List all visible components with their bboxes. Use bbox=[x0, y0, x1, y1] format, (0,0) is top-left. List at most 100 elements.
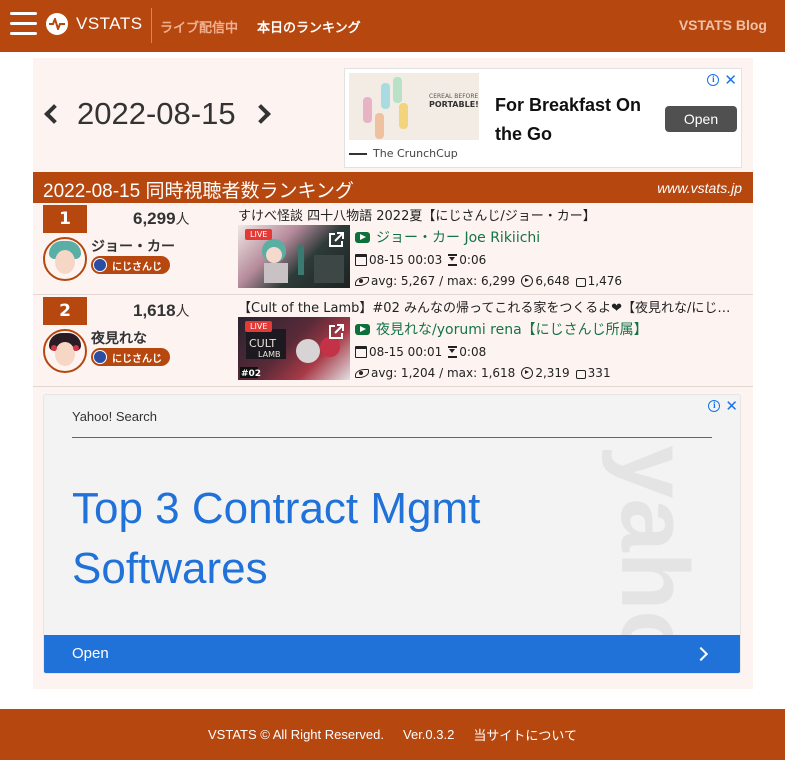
about-link[interactable]: 当サイトについて bbox=[473, 725, 577, 744]
channel-name[interactable]: 夜見れな bbox=[91, 328, 147, 348]
copyright: VSTATS © All Right Reserved. bbox=[208, 727, 385, 742]
eye-icon bbox=[355, 368, 369, 378]
ad-open-button[interactable]: Open bbox=[44, 635, 740, 673]
ad-open-button[interactable]: Open bbox=[665, 106, 737, 132]
youtube-channel-link[interactable]: ジョー・カー Joe Rikiichi bbox=[355, 227, 540, 247]
start-time: 08-15 00:01 bbox=[369, 345, 443, 359]
next-date-icon[interactable] bbox=[250, 104, 271, 124]
ad-advertiser-name: The CrunchCup bbox=[373, 147, 458, 160]
duration: 0:06 bbox=[459, 253, 487, 267]
prev-date-icon[interactable] bbox=[44, 104, 64, 124]
ranking-title: 2022-08-15 同時視聴者数ランキング bbox=[43, 181, 354, 202]
nav-today-ranking-link[interactable]: 本日のランキング bbox=[257, 17, 361, 36]
top-navbar: VSTATS ライブ配信中 本日のランキング VSTATS Blog bbox=[0, 0, 785, 52]
ad-banner-bottom[interactable]: yahoo! Yahoo! Search Top 3 Contract Mgmt… bbox=[43, 394, 741, 674]
ad-close-icon[interactable]: ✕ bbox=[724, 71, 737, 89]
stream-title[interactable]: 【Cult of the Lamb】#02 みんなの帰ってこれる家をつくるよ❤【… bbox=[238, 297, 743, 316]
stream-stats: avg: 1,204 / max: 1,618 2,319 331 bbox=[355, 366, 611, 380]
agency-label: にじさんじ bbox=[112, 353, 162, 365]
ad-product-image: CEREAL BEFORE PORTABLE! bbox=[349, 73, 479, 140]
thumbs-up-icon bbox=[575, 369, 586, 379]
channel-avatar[interactable] bbox=[43, 329, 87, 373]
play-circle-icon bbox=[521, 367, 534, 379]
agency-badge[interactable]: にじさんじ bbox=[91, 348, 170, 366]
youtube-channel-name[interactable]: 夜見れな/yorumi rena【にじさんじ所属】 bbox=[376, 319, 648, 339]
menu-icon[interactable] bbox=[10, 12, 37, 38]
nijisanji-icon bbox=[93, 258, 107, 272]
play-circle-icon bbox=[521, 275, 534, 287]
peak-viewers-value: 6,299 bbox=[133, 209, 176, 228]
viewers-unit: 人 bbox=[175, 211, 190, 227]
ad-divider bbox=[72, 437, 712, 438]
current-date: 2022-08-15 bbox=[77, 96, 236, 131]
ad-close-icon[interactable]: ✕ bbox=[725, 397, 738, 415]
thumbs-up-icon bbox=[575, 277, 586, 287]
ranking-header: 2022-08-15 同時視聴者数ランキング www.vstats.jp bbox=[33, 172, 753, 203]
agency-badge[interactable]: にじさんじ bbox=[91, 256, 170, 274]
main-panel: 2022-08-15 CEREAL BEFORE PORTABLE! For Br… bbox=[33, 58, 753, 689]
peak-viewers-value: 1,618 bbox=[133, 301, 176, 320]
live-tag: LIVE bbox=[245, 321, 273, 332]
agency-label: にじさんじ bbox=[112, 261, 162, 273]
svg-text:CULT: CULT bbox=[249, 337, 276, 350]
rank-badge: 1 bbox=[43, 205, 87, 233]
avg-max-viewers: avg: 1,204 / max: 1,618 bbox=[371, 366, 516, 380]
svg-text:LAMB: LAMB bbox=[258, 350, 281, 359]
ad-info-icon[interactable]: i bbox=[708, 400, 721, 412]
stream-thumbnail[interactable]: LIVE bbox=[238, 225, 350, 288]
channel-name[interactable]: ジョー・カー bbox=[91, 236, 175, 256]
ad-info-icon[interactable]: i bbox=[707, 74, 720, 86]
ad-choices[interactable]: i ✕ bbox=[707, 71, 737, 89]
viewers-unit: 人 bbox=[175, 303, 190, 319]
ad-watermark: yahoo! bbox=[601, 445, 708, 635]
peak-viewers: 6,299人 bbox=[133, 209, 190, 229]
nav-divider bbox=[151, 8, 152, 43]
nijisanji-icon bbox=[93, 350, 107, 364]
youtube-channel-link[interactable]: 夜見れな/yorumi rena【にじさんじ所属】 bbox=[355, 319, 648, 339]
ad-choices[interactable]: i ✕ bbox=[708, 397, 738, 415]
ranking-row: 1 6,299人 ジョー・カー にじさんじ すけべ怪談 四十八物語 2022夏【… bbox=[33, 203, 753, 295]
stream-stats: avg: 5,267 / max: 6,299 6,648 1,476 bbox=[355, 274, 622, 288]
live-tag: LIVE bbox=[245, 229, 273, 240]
channel-avatar[interactable] bbox=[43, 237, 87, 281]
version: Ver.0.3.2 bbox=[403, 727, 455, 742]
calendar-icon bbox=[355, 254, 367, 266]
stream-thumbnail[interactable]: CULT LAMB #02 LIVE bbox=[238, 317, 350, 380]
pulse-logo-icon bbox=[46, 13, 68, 35]
like-count: 331 bbox=[587, 366, 611, 380]
svg-text:#02: #02 bbox=[241, 369, 261, 379]
eye-icon bbox=[355, 276, 369, 286]
calendar-icon bbox=[355, 346, 367, 358]
rank-badge: 2 bbox=[43, 297, 87, 325]
ad-advertiser: The CrunchCup bbox=[349, 147, 458, 160]
nav-blog-link[interactable]: VSTATS Blog bbox=[679, 17, 767, 33]
avg-max-viewers: avg: 5,267 / max: 6,299 bbox=[371, 274, 516, 288]
external-link-icon[interactable] bbox=[327, 231, 345, 249]
site-url: www.vstats.jp bbox=[657, 180, 742, 196]
hourglass-icon bbox=[448, 254, 458, 266]
ad-headline: Top 3 Contract Mgmt Softwares bbox=[72, 484, 481, 593]
chevron-right-icon bbox=[693, 646, 709, 662]
external-link-icon[interactable] bbox=[327, 323, 345, 341]
ad-banner-top[interactable]: CEREAL BEFORE PORTABLE! For Breakfast On … bbox=[344, 68, 742, 168]
stream-time-info: 08-15 00:01 0:08 bbox=[355, 345, 486, 359]
date-navigator: 2022-08-15 bbox=[41, 96, 271, 132]
nav-live-link[interactable]: ライブ配信中 bbox=[160, 17, 238, 36]
hourglass-icon bbox=[448, 346, 458, 358]
like-count: 1,476 bbox=[587, 274, 623, 288]
stream-time-info: 08-15 00:03 0:06 bbox=[355, 253, 486, 267]
youtube-channel-name[interactable]: ジョー・カー Joe Rikiichi bbox=[376, 227, 540, 247]
ad-advertiser-name: Yahoo! Search bbox=[72, 409, 158, 424]
ad-headline: For Breakfast On the Go bbox=[495, 95, 642, 144]
brand-name: VSTATS bbox=[76, 14, 143, 33]
brand-link[interactable]: VSTATS bbox=[46, 13, 143, 35]
start-time: 08-15 00:03 bbox=[369, 253, 443, 267]
youtube-icon bbox=[355, 323, 370, 335]
ranking-row: 2 1,618人 夜見れな にじさんじ 【Cult of the Lamb】#0… bbox=[33, 295, 753, 387]
view-count: 6,648 bbox=[535, 274, 570, 288]
view-count: 2,319 bbox=[535, 366, 570, 380]
stream-title[interactable]: すけべ怪談 四十八物語 2022夏【にじさんじ/ジョー・カー】 bbox=[238, 205, 743, 224]
duration: 0:08 bbox=[459, 345, 487, 359]
peak-viewers: 1,618人 bbox=[133, 301, 190, 321]
ad-open-label: Open bbox=[72, 645, 109, 662]
